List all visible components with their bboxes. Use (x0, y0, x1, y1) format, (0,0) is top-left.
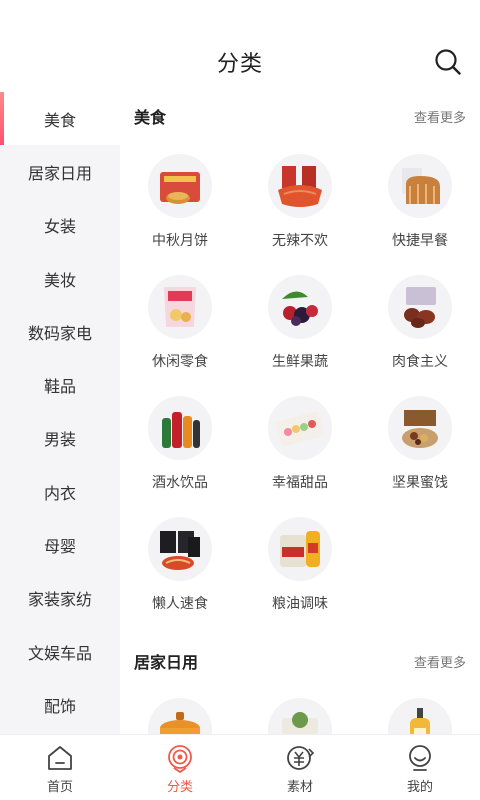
subcategory-item[interactable] (360, 698, 480, 734)
shampoo-bottle-icon (388, 698, 452, 734)
subcategory-label: 休闲零食 (152, 354, 208, 370)
subcategory-item[interactable]: 粮油调味 (240, 517, 360, 627)
section-header-household: 居家日用 查看更多 (134, 649, 466, 673)
mooncake-box-icon (148, 154, 212, 218)
spicy-snack-icon (268, 154, 332, 218)
sidebar-item-entertainment-auto[interactable]: 文娱车品 (0, 625, 120, 678)
sidebar-item-label: 文娱车品 (27, 643, 92, 663)
sidebar-item-label: 男装 (43, 430, 76, 450)
section-title: 居家日用 (134, 653, 199, 672)
sidebar-item-underwear[interactable]: 内衣 (0, 465, 120, 518)
subcategory-item[interactable]: 幸福甜品 (240, 396, 360, 506)
bottom-tab-bar: 首页 分类 素材 我的 (0, 734, 480, 800)
subcategory-item[interactable]: 懒人速食 (120, 517, 240, 627)
subcategory-item[interactable]: 快捷早餐 (360, 154, 480, 264)
rice-oil-icon (268, 517, 332, 581)
subcategory-item[interactable]: 无辣不欢 (240, 154, 360, 264)
berries-icon (268, 275, 332, 339)
view-more-link[interactable]: 查看更多 (414, 652, 466, 671)
sidebar-item-accessories[interactable]: 配饰 (0, 678, 120, 731)
chips-bag-icon (148, 275, 212, 339)
header: 分类 (0, 0, 480, 92)
sidebar-item-label: 美食 (43, 110, 76, 130)
sidebar-item-label: 女装 (43, 217, 76, 237)
category-icon (168, 745, 192, 773)
meat-jerky-icon (388, 275, 452, 339)
section-header-food: 美食 查看更多 (134, 104, 466, 128)
subcategory-item[interactable] (240, 698, 360, 734)
sidebar-item-mens-wear[interactable]: 男装 (0, 412, 120, 465)
view-more-link[interactable]: 查看更多 (414, 107, 466, 126)
sidebar-item-home-textile[interactable]: 家装家纺 (0, 572, 120, 625)
storage-box-icon (268, 698, 332, 734)
sidebar-item-label: 美妆 (43, 270, 76, 290)
subcategory-label: 幸福甜品 (272, 475, 328, 491)
search-button[interactable] (434, 48, 462, 76)
subcategory-label: 懒人速食 (152, 596, 208, 612)
sidebar-item-label: 配饰 (43, 696, 76, 716)
drink-bottles-icon (148, 396, 212, 460)
category-sidebar: 美食 居家日用 女装 美妆 数码家电 鞋品 男装 内衣 母婴 家装家纺 文娱车品… (0, 92, 120, 734)
sidebar-item-baby[interactable]: 母婴 (0, 518, 120, 571)
tab-profile[interactable]: 我的 (360, 735, 480, 800)
subcategory-label: 酒水饮品 (152, 475, 208, 491)
tab-label: 首页 (46, 780, 73, 795)
subcategory-item[interactable] (120, 698, 240, 734)
subcategory-item[interactable]: 休闲零食 (120, 275, 240, 385)
subcategory-label: 中秋月饼 (152, 233, 208, 249)
subcategory-item[interactable]: 生鲜果蔬 (240, 275, 360, 385)
sidebar-item-label: 鞋品 (43, 377, 76, 397)
sidebar-item-label: 数码家电 (27, 323, 92, 343)
subcategory-item[interactable]: 坚果蜜饯 (360, 396, 480, 506)
sidebar-item-food[interactable]: 美食 (0, 92, 120, 146)
subcategory-label: 坚果蜜饯 (392, 475, 448, 491)
sidebar-item-household[interactable]: 居家日用 (0, 145, 120, 198)
subcategory-item[interactable]: 中秋月饼 (120, 154, 240, 264)
subcategory-label: 肉食主义 (392, 354, 448, 370)
nuts-gift-box-icon (388, 396, 452, 460)
sidebar-item-digital[interactable]: 数码家电 (0, 305, 120, 358)
subcategory-label: 无辣不欢 (272, 233, 328, 249)
section-title: 美食 (134, 108, 167, 127)
sidebar-item-label: 母婴 (43, 537, 76, 557)
tab-category[interactable]: 分类 (120, 735, 240, 800)
material-icon (287, 746, 315, 770)
sidebar-item-label: 居家日用 (27, 163, 92, 183)
tab-label: 我的 (406, 780, 433, 795)
category-content: 美食 查看更多 中秋月饼 无辣不欢 快捷早餐 休闲零食 生鲜果蔬 肉食主义 酒水… (120, 92, 480, 734)
sidebar-item-womens-wear[interactable]: 女装 (0, 199, 120, 252)
cooking-pot-icon (148, 698, 212, 734)
home-icon (48, 746, 72, 770)
sidebar-item-shoes[interactable]: 鞋品 (0, 358, 120, 411)
tab-label: 分类 (166, 780, 193, 795)
subcategory-item[interactable]: 酒水饮品 (120, 396, 240, 506)
sidebar-item-beauty[interactable]: 美妆 (0, 252, 120, 305)
tab-material[interactable]: 素材 (240, 735, 360, 800)
sidebar-item-label: 家装家纺 (27, 590, 92, 610)
profile-icon (409, 745, 431, 771)
tab-home[interactable]: 首页 (0, 735, 120, 800)
macaron-box-icon (268, 396, 332, 460)
subcategory-label: 生鲜果蔬 (272, 354, 328, 370)
page-title: 分类 (216, 52, 263, 77)
bread-loaf-icon (388, 154, 452, 218)
instant-noodles-icon (148, 517, 212, 581)
sidebar-item-label: 内衣 (43, 483, 76, 503)
subcategory-label: 粮油调味 (272, 596, 328, 612)
tab-label: 素材 (286, 780, 313, 795)
subcategory-label: 快捷早餐 (392, 233, 448, 249)
subcategory-item[interactable]: 肉食主义 (360, 275, 480, 385)
search-icon (435, 49, 461, 75)
